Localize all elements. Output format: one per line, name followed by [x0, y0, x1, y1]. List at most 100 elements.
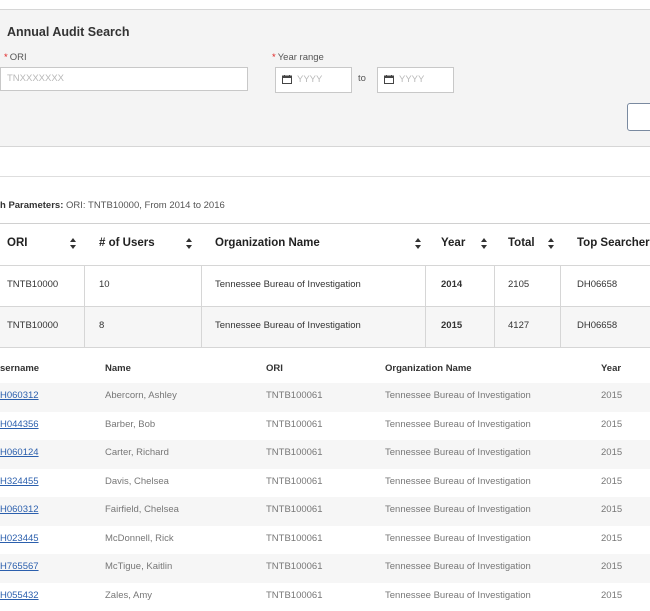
- col-header-total[interactable]: Total: [508, 224, 535, 265]
- cell-name: Barber, Bob: [105, 412, 155, 437]
- column-divider: [84, 307, 85, 347]
- summary-table: ORI # of Users Organization Name Year To…: [0, 223, 650, 348]
- cell-organization: Tennessee Bureau of Investigation: [385, 469, 531, 494]
- cell-organization: Tennessee Bureau of Investigation: [385, 554, 531, 579]
- detail-header-row: sername Name ORI Organization Name Year: [0, 346, 650, 383]
- table-row[interactable]: H324455 Davis, Chelsea TNTB100061 Tennessee…: [0, 469, 650, 498]
- cell-ori: TNTB100061: [266, 526, 323, 551]
- cell-organization: Tennessee Bureau of Investigation: [385, 526, 531, 551]
- table-row[interactable]: H060124Carter, RichardTNTB100061Tennesse…: [0, 440, 650, 469]
- username-link[interactable]: H060124: [0, 440, 39, 465]
- username-link[interactable]: H055432: [0, 583, 39, 608]
- year-to-placeholder: YYYY: [399, 68, 424, 92]
- username-link[interactable]: H324455: [0, 469, 39, 494]
- column-divider: [494, 307, 495, 347]
- year-range-label: *Year range: [272, 52, 324, 63]
- column-divider: [425, 307, 426, 347]
- cell-year: 2015: [601, 383, 622, 408]
- cell-top-searcher: DH06658: [577, 307, 617, 347]
- table-row[interactable]: H055432 Zales, Amy TNTB100061 Tennessee Bur…: [0, 583, 650, 611]
- cell-organization: Tennessee Bureau of Investigation: [385, 383, 531, 408]
- table-row[interactable]: H060312Fairfield, ChelseaTNTB100061Tenne…: [0, 497, 650, 526]
- column-divider: [425, 266, 426, 306]
- calendar-icon: [384, 75, 394, 84]
- username-link[interactable]: H044356: [0, 412, 39, 437]
- cell-name: Fairfield, Chelsea: [105, 497, 179, 522]
- cell-ori: TNTB100061: [266, 383, 323, 408]
- summary-row[interactable]: TNTB10000 8 Tennessee Bureau of Investig…: [0, 307, 650, 348]
- table-row[interactable]: H044356 Barber, Bob TNTB100061 Tennessee Bu…: [0, 412, 650, 441]
- cell-year: 2014: [441, 266, 462, 306]
- required-marker: *: [272, 52, 276, 63]
- parameters-value: ORI: TNTB10000, From 2014 to 2016: [63, 200, 224, 211]
- cell-year: 2015: [441, 307, 462, 347]
- year-from-input[interactable]: YYYY: [275, 67, 352, 93]
- column-divider: [201, 307, 202, 347]
- cell-ori: TNTB100061: [266, 469, 323, 494]
- cell-top-searcher: DH06658: [577, 266, 617, 306]
- col-header-users[interactable]: # of Users: [99, 224, 155, 265]
- col-header-organization[interactable]: Organization Name: [215, 224, 320, 265]
- year-from-placeholder: YYYY: [297, 68, 322, 92]
- sort-icon[interactable]: [415, 238, 421, 249]
- username-link[interactable]: H060312: [0, 383, 39, 408]
- year-to-input[interactable]: YYYY: [377, 67, 454, 93]
- search-parameters: h Parameters: ORI: TNTB10000, From 2014 …: [0, 200, 225, 211]
- sort-icon[interactable]: [70, 238, 76, 249]
- cell-year: 2015: [601, 412, 622, 437]
- col-header-year[interactable]: Year: [441, 224, 465, 265]
- cell-organization: Tennessee Bureau of Investigation: [215, 266, 361, 306]
- cell-ori: TNTB100061: [266, 440, 323, 465]
- cell-name: Abercorn, Ashley: [105, 383, 177, 408]
- sort-icon[interactable]: [548, 238, 554, 249]
- summary-header-row: ORI # of Users Organization Name Year To…: [0, 224, 650, 266]
- ori-input[interactable]: TNXXXXXXX: [0, 67, 248, 91]
- summary-row[interactable]: TNTB10000 10 Tennessee Bureau of Investi…: [0, 266, 650, 307]
- cell-organization: Tennessee Bureau of Investigation: [385, 497, 531, 522]
- search-button[interactable]: [627, 103, 650, 131]
- table-row[interactable]: H023445 McDonnell, Rick TNTB100061 Tennesse…: [0, 526, 650, 555]
- cell-name: McDonnell, Rick: [105, 526, 174, 551]
- required-marker: *: [4, 52, 8, 63]
- cell-name: Carter, Richard: [105, 440, 169, 465]
- sort-icon[interactable]: [481, 238, 487, 249]
- ori-placeholder: TNXXXXXXX: [7, 73, 64, 84]
- cell-year: 2015: [601, 497, 622, 522]
- table-row[interactable]: H765567McTigue, KaitlinTNTB100061Tenness…: [0, 554, 650, 583]
- cell-ori: TNTB10000: [7, 266, 58, 306]
- cell-year: 2015: [601, 554, 622, 579]
- username-link[interactable]: H023445: [0, 526, 39, 551]
- cell-users: 10: [99, 266, 110, 306]
- cell-name: Zales, Amy: [105, 583, 152, 608]
- column-divider: [560, 266, 561, 306]
- cell-total: 4127: [508, 307, 529, 347]
- username-link[interactable]: H765567: [0, 554, 39, 579]
- column-divider: [494, 266, 495, 306]
- parameters-label: h Parameters:: [0, 200, 63, 211]
- ori-label: *ORI: [4, 52, 27, 63]
- divider: [0, 176, 650, 177]
- cell-ori: TNTB100061: [266, 583, 323, 608]
- table-row[interactable]: H060312 Abercorn, Ashley TNTB100061 Tenness…: [0, 383, 650, 412]
- cell-users: 8: [99, 307, 104, 347]
- cell-year: 2015: [601, 440, 622, 465]
- sort-icon[interactable]: [186, 238, 192, 249]
- cell-organization: Tennessee Bureau of Investigation: [385, 583, 531, 608]
- to-label: to: [358, 73, 366, 84]
- cell-organization: Tennessee Bureau of Investigation: [385, 412, 531, 437]
- col-header-top-searcher[interactable]: Top Searcher: [577, 224, 650, 265]
- user-detail-table: sername Name ORI Organization Name Year …: [0, 346, 650, 611]
- column-divider: [560, 307, 561, 347]
- cell-year: 2015: [601, 526, 622, 551]
- cell-ori: TNTB100061: [266, 412, 323, 437]
- cell-ori: TNTB100061: [266, 554, 323, 579]
- cell-total: 2105: [508, 266, 529, 306]
- cell-name: Davis, Chelsea: [105, 469, 169, 494]
- username-link[interactable]: H060312: [0, 497, 39, 522]
- cell-organization: Tennessee Bureau of Investigation: [215, 307, 361, 347]
- col-header-ori[interactable]: ORI: [7, 224, 27, 265]
- panel-title: Annual Audit Search: [7, 25, 129, 39]
- cell-year: 2015: [601, 583, 622, 608]
- calendar-icon: [282, 75, 292, 84]
- column-divider: [84, 266, 85, 306]
